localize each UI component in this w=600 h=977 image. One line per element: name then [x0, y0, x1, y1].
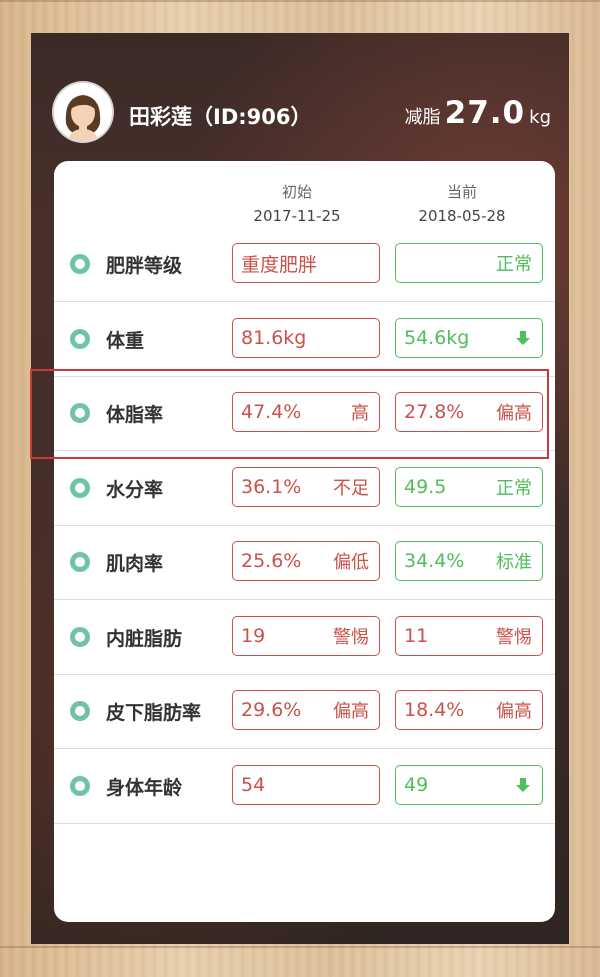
metric-label: 体重 — [106, 329, 145, 352]
fat-loss-unit: kg — [529, 107, 551, 128]
current-status-tag: 警惕 — [496, 626, 532, 648]
current-value-box: 18.4% 偏高 — [395, 690, 543, 730]
arrow-down-icon — [516, 777, 530, 792]
current-value: 54.6kg — [404, 326, 470, 349]
current-status-tag: 偏高 — [496, 403, 532, 424]
initial-value-box: 29.6% 偏高 — [232, 690, 380, 730]
metric-label: 身体年龄 — [106, 776, 183, 799]
initial-column-date: 2017-11-25 — [253, 207, 341, 225]
metric-row-muscle-rate[interactable]: 肌肉率 25.6% 偏低 34.4% 标准 — [54, 525, 555, 600]
circle-bullet-icon — [70, 626, 90, 647]
fat-loss-prefix: 减脂 — [404, 107, 441, 128]
current-status-tag: 正常 — [496, 477, 532, 499]
metric-row-visceral-fat[interactable]: 内脏脂肪 19 警惕 11 警惕 — [54, 600, 555, 675]
metric-row-water-rate[interactable]: 水分率 36.1% 不足 49.5 正常 — [54, 451, 555, 526]
current-value: 34.4% — [404, 550, 465, 572]
initial-value: 81.6kg — [241, 326, 307, 349]
initial-status-tag: 高 — [351, 403, 369, 424]
initial-value: 重度肥胖 — [241, 253, 318, 276]
circle-bullet-icon — [70, 701, 90, 721]
circle-bullet-icon — [70, 254, 90, 274]
metric-label: 体脂率 — [106, 404, 164, 426]
initial-status-tag: 不足 — [333, 477, 369, 499]
initial-status-tag: 偏高 — [333, 701, 369, 722]
current-value: 18.4% — [404, 699, 465, 721]
current-value-box: 34.4% 标准 — [395, 541, 543, 581]
initial-value-box: 19 警惕 — [232, 615, 380, 656]
metric-label: 水分率 — [106, 478, 164, 501]
metric-row-subcutaneous-fat-rate[interactable]: 皮下脂肪率 29.6% 偏高 18.4% 偏高 — [54, 674, 555, 749]
initial-value-box: 54 — [232, 764, 380, 805]
circle-bullet-icon — [70, 477, 90, 498]
current-value-box: 54.6kg — [395, 317, 543, 358]
initial-column-header: 初始 2017-11-25 — [222, 181, 372, 225]
current-status-tag: 标准 — [496, 552, 532, 573]
arrow-down-icon — [516, 330, 530, 345]
metric-label: 肌肉率 — [106, 553, 164, 575]
initial-value-box: 重度肥胖 — [232, 243, 380, 283]
current-value: 49.5 — [404, 475, 447, 498]
current-status-tag: 正常 — [496, 254, 532, 275]
profile-header: 田彩莲（ID:906） 减脂 27.0 kg — [31, 33, 569, 158]
current-value: 49 — [404, 773, 429, 796]
initial-value-box: 81.6kg — [232, 317, 380, 358]
metric-row-obesity-level[interactable]: 肥胖等级 重度肥胖 正常 — [54, 227, 555, 302]
current-column-label: 当前 — [446, 183, 477, 201]
current-value-box: 27.8% 偏高 — [395, 392, 543, 432]
initial-value: 19 — [241, 624, 266, 647]
metric-row-weight[interactable]: 体重 81.6kg 54.6kg — [54, 302, 555, 377]
initial-status-tag: 偏低 — [333, 552, 369, 573]
circle-bullet-icon — [70, 403, 90, 423]
circle-bullet-icon — [70, 328, 90, 349]
circle-bullet-icon — [70, 552, 90, 572]
current-column-header: 当前 2018-05-28 — [387, 181, 537, 225]
current-status-tag: 偏高 — [496, 701, 532, 722]
fat-loss-summary: 减脂 27.0 kg — [405, 95, 551, 131]
current-value-box: 49 — [395, 764, 543, 805]
metric-row-body-fat-rate[interactable]: 体脂率 47.4% 高 27.8% 偏高 — [54, 376, 555, 451]
metric-label: 内脏脂肪 — [106, 627, 183, 650]
current-value: 27.8% — [404, 401, 465, 423]
avatar[interactable] — [54, 83, 112, 141]
initial-value: 29.6% — [241, 699, 302, 721]
initial-value-box: 47.4% 高 — [232, 392, 380, 432]
current-value-box: 11 警惕 — [395, 615, 543, 656]
metric-row-body-age[interactable]: 身体年龄 54 49 — [54, 749, 555, 824]
current-column-date: 2018-05-28 — [418, 207, 506, 225]
app-screen: 田彩莲（ID:906） 减脂 27.0 kg 初始 2017-11-25 当前 … — [31, 33, 569, 944]
initial-value-box: 36.1% 不足 — [232, 466, 380, 507]
fat-loss-value: 27.0 — [444, 95, 526, 131]
circle-bullet-icon — [70, 775, 90, 796]
initial-value: 25.6% — [241, 550, 302, 572]
initial-value: 47.4% — [241, 401, 302, 423]
avatar-portrait-icon — [54, 83, 112, 141]
initial-status-tag: 警惕 — [333, 626, 369, 648]
initial-value-box: 25.6% 偏低 — [232, 541, 380, 581]
initial-value: 36.1% — [241, 475, 302, 498]
metric-label: 皮下脂肪率 — [106, 702, 202, 724]
current-value-box: 49.5 正常 — [395, 466, 543, 507]
user-name-id: 田彩莲（ID:906） — [129, 105, 312, 129]
initial-value: 54 — [241, 773, 266, 796]
current-value: 11 — [404, 624, 429, 647]
metric-label: 肥胖等级 — [106, 255, 183, 277]
comparison-card: 初始 2017-11-25 当前 2018-05-28 肥胖等级 重度肥胖 正常 体重… — [54, 161, 555, 922]
current-value-box: 正常 — [395, 243, 543, 283]
initial-column-label: 初始 — [281, 183, 312, 201]
